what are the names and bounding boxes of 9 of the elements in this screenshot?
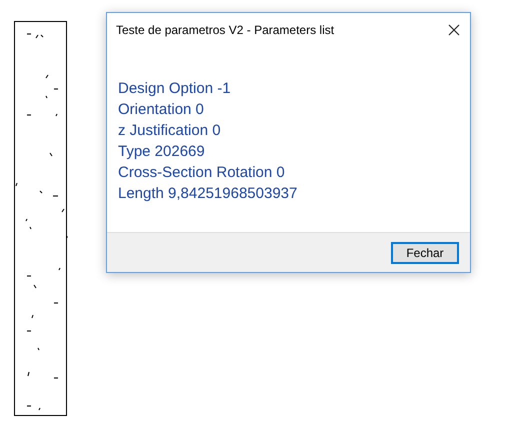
parameter-text: Orientation 0	[118, 100, 205, 120]
parameter-text: z Justification 0	[118, 121, 222, 141]
parameter-text: Length 9,84251968503937	[118, 184, 298, 204]
window-title: Teste de parametros V2 - Parameters list	[116, 22, 334, 36]
close-button[interactable]: Fechar	[391, 242, 459, 264]
parameter-text: Type 202669	[118, 142, 206, 162]
parameter-text: Design Option -1	[118, 79, 232, 99]
parameter-text: Cross-Section Rotation 0	[118, 163, 286, 183]
close-icon[interactable]	[448, 24, 460, 36]
